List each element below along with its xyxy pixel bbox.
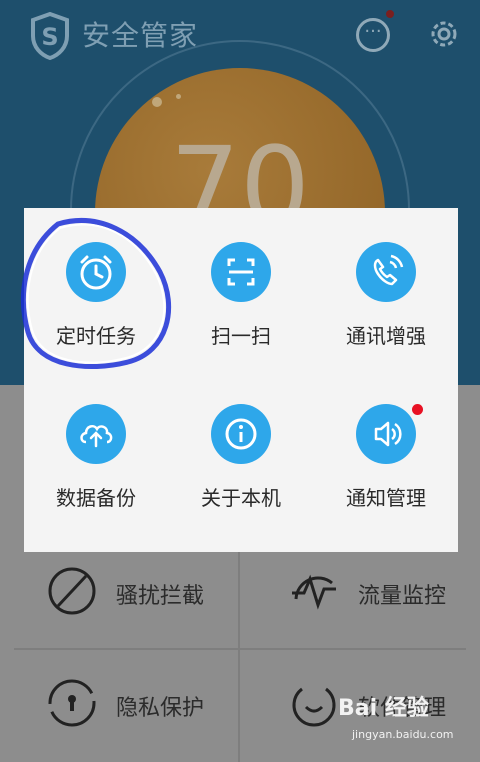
- gear-icon[interactable]: [426, 16, 462, 52]
- popup-item-label: 通知管理: [346, 486, 426, 510]
- grid-item-label: 隐私保护: [116, 696, 205, 721]
- popup-item-call-enhance[interactable]: 通讯增强: [314, 208, 458, 358]
- software-icon: [292, 687, 336, 727]
- popup-item-label: 关于本机: [201, 486, 281, 510]
- decor-dot: [176, 94, 181, 99]
- popup-item-scan[interactable]: 扫一扫: [169, 208, 313, 358]
- block-icon: [48, 567, 96, 615]
- grid-divider: [238, 540, 240, 762]
- app-title: 安全管家: [82, 19, 199, 52]
- decor-dot: [152, 97, 162, 107]
- popup-item-notification-manage[interactable]: 通知管理: [314, 370, 458, 520]
- phone-icon: [356, 242, 416, 302]
- highlight-annotation: [21, 218, 172, 369]
- info-icon: [211, 404, 271, 464]
- watermark-brand: Bai 经验: [338, 696, 429, 721]
- svg-text:S: S: [41, 23, 58, 51]
- grid-item-harassment-block[interactable]: 骚扰拦截: [16, 540, 236, 650]
- grid-item-label: 流量监控: [358, 584, 447, 609]
- cloud-upload-icon: [66, 404, 126, 464]
- popup-item-label: 通讯增强: [346, 324, 426, 348]
- grid-item-privacy-protect[interactable]: 隐私保护: [16, 652, 236, 762]
- grid-item-label: 骚扰拦截: [116, 584, 205, 609]
- lock-icon: [48, 679, 96, 727]
- shield-logo-icon: S: [31, 12, 69, 60]
- popup-item-label: 数据备份: [56, 486, 136, 510]
- pulse-icon: [292, 574, 336, 610]
- speaker-icon: [356, 404, 416, 464]
- more-badge: [386, 10, 394, 18]
- popup-item-data-backup[interactable]: 数据备份: [24, 370, 168, 520]
- grid-item-traffic-monitor[interactable]: 流量监控: [258, 540, 478, 650]
- notification-badge: [412, 404, 423, 415]
- more-options-button[interactable]: ···: [356, 18, 390, 52]
- scan-icon: [211, 242, 271, 302]
- popup-item-label: 扫一扫: [211, 324, 271, 348]
- popup-item-about-device[interactable]: 关于本机: [169, 370, 313, 520]
- baidu-watermark: Bai 经验 jingyan.baidu.com: [338, 690, 478, 750]
- watermark-url: jingyan.baidu.com: [352, 728, 454, 741]
